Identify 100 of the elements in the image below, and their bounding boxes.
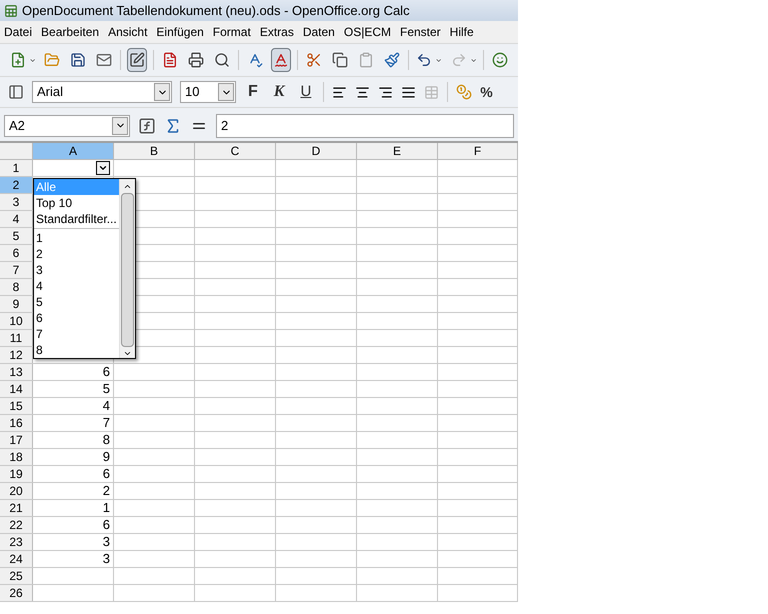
save-icon xyxy=(70,52,86,68)
row-header[interactable]: 4 xyxy=(0,211,33,227)
row-header[interactable]: 26 xyxy=(0,585,33,601)
menu-item[interactable]: Einfügen xyxy=(156,23,204,41)
row-header[interactable]: 12 xyxy=(0,347,33,363)
row-header[interactable]: 3 xyxy=(0,194,33,210)
table-cell-text: 7 xyxy=(102,414,110,432)
smiley-icon xyxy=(492,52,508,68)
dropdown-item[interactable]: 1 xyxy=(34,230,119,246)
spreadsheet-icon xyxy=(4,4,18,18)
dropdown-item[interactable]: 7 xyxy=(34,326,119,342)
row-header[interactable]: 7 xyxy=(0,262,33,278)
row-header[interactable]: 1 xyxy=(0,160,33,176)
printer-icon xyxy=(188,52,204,68)
envelope-icon xyxy=(96,52,112,68)
table-cell-text: 1 xyxy=(102,499,110,518)
dropdown-item[interactable]: 5 xyxy=(34,294,119,310)
row-header[interactable]: 22 xyxy=(0,517,33,533)
pdf-file-icon xyxy=(162,52,178,68)
column-header[interactable]: D xyxy=(276,143,357,159)
font-name-field[interactable]: Arial xyxy=(32,81,172,103)
justify-icon[interactable] xyxy=(401,84,416,100)
toolbar-button[interactable] xyxy=(127,48,148,72)
menu-item[interactable]: Datei xyxy=(4,23,32,41)
table-cell-text: 5 xyxy=(102,380,110,398)
toolbar-button[interactable] xyxy=(270,48,291,72)
table-cell-text: 4 xyxy=(102,397,110,416)
dropdown-item[interactable]: Top 10 xyxy=(34,195,119,211)
formula-input[interactable]: 2 xyxy=(216,114,514,138)
column-header[interactable]: C xyxy=(195,143,276,159)
column-header[interactable]: F xyxy=(438,143,518,159)
paste-icon xyxy=(358,52,374,68)
row-header[interactable]: 9 xyxy=(0,296,33,312)
row-header[interactable]: 17 xyxy=(0,432,33,448)
align-right-icon[interactable] xyxy=(378,84,394,100)
table-cell-text: 8 xyxy=(102,431,110,450)
row-header[interactable]: 19 xyxy=(0,466,33,482)
menu-item[interactable]: Ansicht xyxy=(108,23,148,41)
row-header[interactable]: 8 xyxy=(0,279,33,295)
table-cell-text: 6 xyxy=(102,516,110,534)
column-header[interactable]: A xyxy=(33,143,114,159)
row-header[interactable]: 5 xyxy=(0,228,33,244)
row-header[interactable]: 2 xyxy=(0,177,33,193)
row-header[interactable]: 23 xyxy=(0,534,33,550)
row-header[interactable]: 24 xyxy=(0,551,33,567)
row-header[interactable]: 21 xyxy=(0,500,33,516)
row-header[interactable]: 15 xyxy=(0,398,33,414)
row-header[interactable]: 13 xyxy=(0,364,33,380)
row-header[interactable]: 6 xyxy=(0,245,33,261)
menu-item[interactable]: Fenster xyxy=(400,23,441,41)
row-header[interactable]: 14 xyxy=(0,381,33,397)
row-header[interactable]: 25 xyxy=(0,568,33,584)
folder-icon xyxy=(44,52,60,68)
align-left-icon[interactable] xyxy=(332,84,348,100)
scroll-down-icon[interactable] xyxy=(123,349,132,358)
styles-icon[interactable] xyxy=(8,84,24,100)
row-header[interactable]: 16 xyxy=(0,415,33,431)
dropdown-item[interactable]: 8 xyxy=(34,342,119,358)
row-header[interactable]: 18 xyxy=(0,449,33,465)
redo-icon xyxy=(450,52,467,68)
table-cell-text: 9 xyxy=(102,448,110,466)
menu-item[interactable]: Extras xyxy=(260,23,294,41)
menu-item[interactable]: OS|ECM xyxy=(344,23,391,41)
row-header[interactable]: 10 xyxy=(0,313,33,329)
edit-icon xyxy=(129,52,146,68)
window-title: OpenDocument Tabellendokument (neu).ods - OpenOffice.org Calc xyxy=(22,2,410,20)
table-cell-text: 6 xyxy=(102,363,110,382)
align-center-icon[interactable] xyxy=(355,84,370,100)
name-box[interactable]: A2 xyxy=(4,114,130,136)
menu-item[interactable]: Bearbeiten xyxy=(41,23,100,41)
cut-icon xyxy=(306,52,322,68)
copy-icon xyxy=(332,52,348,68)
scrollbar[interactable] xyxy=(119,179,135,358)
table-cell-text: 3 xyxy=(102,533,110,552)
dropdown-item[interactable]: 4 xyxy=(34,278,119,294)
dropdown-item[interactable]: 6 xyxy=(34,310,119,326)
column-header[interactable]: B xyxy=(114,143,195,159)
dropdown-item[interactable]: Standardfilter... xyxy=(34,211,119,227)
page-preview-icon xyxy=(214,52,230,68)
scroll-thumb[interactable] xyxy=(121,192,134,348)
column-header[interactable]: E xyxy=(357,143,438,159)
row-header[interactable]: 11 xyxy=(0,330,33,346)
scroll-up-icon[interactable] xyxy=(123,182,132,191)
dropdown-item[interactable]: 3 xyxy=(34,262,119,278)
italic-button[interactable]: K xyxy=(270,80,288,104)
menu-item[interactable]: Daten xyxy=(302,23,335,41)
table-cell-text: 6 xyxy=(102,465,110,484)
dropdown-item[interactable]: 2 xyxy=(34,246,119,262)
undo-icon xyxy=(416,52,432,68)
menu-item[interactable]: Hilfe xyxy=(450,23,474,41)
percent-button[interactable]: % xyxy=(480,82,493,102)
font-size-field[interactable]: 10 xyxy=(180,81,236,103)
menu-item[interactable]: Format xyxy=(212,23,251,41)
underline-button[interactable]: U xyxy=(296,80,316,104)
bold-button[interactable]: F xyxy=(244,80,262,104)
new-document-icon xyxy=(10,52,26,68)
table-cell-text: 2 xyxy=(102,482,110,500)
row-header[interactable]: 20 xyxy=(0,483,33,499)
auto-spellcheck-icon xyxy=(272,52,289,68)
function-wizard-icon[interactable] xyxy=(138,116,156,134)
